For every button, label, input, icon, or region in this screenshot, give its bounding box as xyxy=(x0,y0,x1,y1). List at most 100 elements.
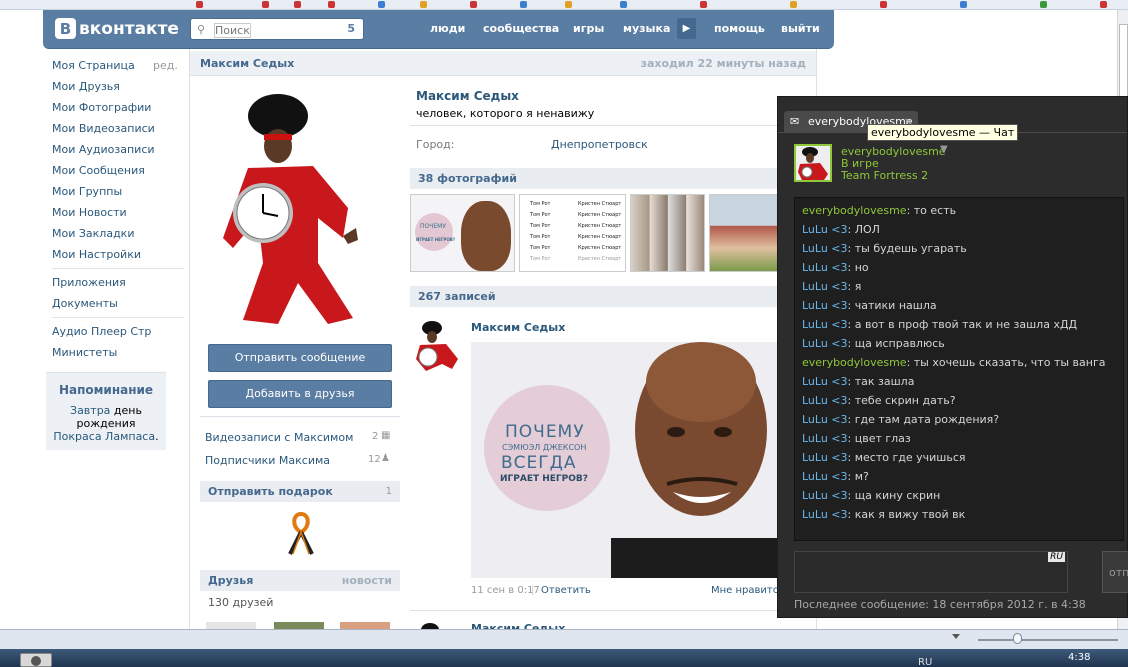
chat-message: LuLu <3: цвет глаз xyxy=(802,432,911,445)
menu-friends[interactable]: Мои Друзья xyxy=(52,80,120,93)
menu-videos[interactable]: Мои Видеозаписи xyxy=(52,122,155,135)
message-sender: LuLu <3 xyxy=(802,489,848,502)
chat-input[interactable]: RU xyxy=(794,551,1068,593)
reminder-person-link[interactable]: Покраса Лампаса xyxy=(53,430,155,443)
friend-avatar[interactable] xyxy=(794,144,832,182)
taskbar-app-button[interactable] xyxy=(20,653,52,667)
add-friend-button[interactable]: Добавить в друзья xyxy=(208,380,392,408)
zoom-dropdown-icon[interactable] xyxy=(952,634,960,639)
menu-news[interactable]: Мои Новости xyxy=(52,206,127,219)
menu-messages[interactable]: Мои Сообщения xyxy=(52,164,145,177)
nav-music[interactable]: музыка xyxy=(623,22,670,35)
like-link[interactable]: Мне нравится xyxy=(711,585,784,596)
message-text: : я xyxy=(847,280,862,293)
menu-groups[interactable]: Мои Группы xyxy=(52,185,122,198)
friend-avatar[interactable] xyxy=(274,622,324,629)
city-link[interactable]: Днепропетровск xyxy=(551,138,648,151)
photo-thumb[interactable]: ПОЧЕМУ ИГРАЕТ НЕГРОВ? xyxy=(410,194,515,272)
send-message-button[interactable]: Отправить сообщение xyxy=(208,344,392,372)
friend-avatar[interactable] xyxy=(340,622,390,629)
chat-message: everybodylovesme: ты хочешь сказать, что… xyxy=(802,356,1105,369)
gift-ribbon-image[interactable] xyxy=(284,510,318,556)
friend-avatar[interactable] xyxy=(206,622,256,629)
taskbar-language[interactable]: RU xyxy=(918,657,932,667)
reply-link[interactable]: Ответить xyxy=(541,585,591,596)
chevron-down-icon[interactable]: ▼ xyxy=(940,144,948,155)
photo-thumb[interactable]: Том Рот Том Рот Том Рот Том Рот Том Рот … xyxy=(519,194,626,272)
subscribers-link[interactable]: Подписчики Максима xyxy=(205,454,330,467)
poster-line-2: СЭМЮЭЛ ДЖЕКСОН xyxy=(502,443,587,452)
bookmark-icon[interactable] xyxy=(790,1,797,8)
message-sender: LuLu <3 xyxy=(802,223,848,236)
zoom-slider-thumb[interactable] xyxy=(1013,633,1022,644)
bookmark-icon[interactable] xyxy=(294,1,301,8)
post-image[interactable]: ПОЧЕМУ СЭМЮЭЛ ДЖЕКСОН ВСЕГДА ИГРАЕТ НЕГР… xyxy=(471,342,778,578)
bookmark-icon[interactable] xyxy=(960,1,967,8)
menu-audio[interactable]: Мои Аудиозаписи xyxy=(52,143,155,156)
people-icon: ♟ xyxy=(381,453,390,464)
play-icon[interactable]: ▶ xyxy=(677,18,696,39)
nav-games[interactable]: игры xyxy=(573,22,604,35)
bookmark-icon[interactable] xyxy=(565,1,572,8)
post-author-avatar[interactable] xyxy=(412,620,452,629)
videos-count: 2 xyxy=(372,431,379,442)
menu-photos[interactable]: Мои Фотографии xyxy=(52,101,151,114)
scrollbar-thumb[interactable] xyxy=(1119,24,1128,104)
reminder-date-link[interactable]: Завтра xyxy=(70,404,110,417)
menu-edit-link[interactable]: ред. xyxy=(153,59,178,72)
nav-people[interactable]: люди xyxy=(430,22,465,35)
message-sender: LuLu <3 xyxy=(802,337,848,350)
photo-thumb[interactable] xyxy=(630,194,705,272)
search-count: 5 xyxy=(347,22,355,35)
menu-documents[interactable]: Документы xyxy=(52,297,118,310)
taskbar-clock[interactable]: 4:38 xyxy=(1068,652,1090,663)
next-post-author[interactable]: Максим Седых xyxy=(471,621,565,629)
post-author-name[interactable]: Максим Седых xyxy=(471,321,565,334)
bookmark-icon[interactable] xyxy=(470,1,477,8)
bookmark-icon[interactable] xyxy=(1040,1,1047,8)
poster-line-4: ИГРАЕТ НЕГРОВ? xyxy=(500,474,588,484)
bookmark-icon[interactable] xyxy=(328,1,335,8)
bookmark-icon[interactable] xyxy=(378,1,385,8)
gift-section-header[interactable]: Отправить подарок 1 xyxy=(200,481,400,502)
post-date[interactable]: 11 сен в 0:17 xyxy=(471,585,540,596)
bookmark-icon[interactable] xyxy=(620,1,627,8)
send-button[interactable]: отп xyxy=(1102,551,1128,593)
nav-communities[interactable]: сообщества xyxy=(483,22,559,35)
nav-help[interactable]: помощь xyxy=(714,22,765,35)
bookmarks-bar xyxy=(0,0,1128,10)
nav-logout[interactable]: выйти xyxy=(781,22,820,35)
bookmark-icon[interactable] xyxy=(262,1,269,8)
chat-log[interactable]: everybodylovesme: то есть LuLu <3: ЛОЛ L… xyxy=(794,197,1124,541)
video-icon: ▦ xyxy=(381,430,391,441)
message-sender: LuLu <3 xyxy=(802,375,848,388)
bookmark-icon[interactable] xyxy=(196,1,203,8)
menu-settings[interactable]: Мои Настройки xyxy=(52,248,141,261)
menu-ministats[interactable]: Министеты xyxy=(52,346,117,359)
bookmark-icon[interactable] xyxy=(700,1,707,8)
message-sender: LuLu <3 xyxy=(802,470,848,483)
menu-audio-player[interactable]: Аудио Плеер Стр xyxy=(52,325,151,338)
wall-section-header[interactable]: 267 записей xyxy=(410,286,778,307)
post-author-avatar[interactable] xyxy=(412,319,460,371)
friends-section-header[interactable]: Друзья новости xyxy=(200,570,400,591)
bookmark-icon[interactable] xyxy=(520,1,527,8)
menu-apps[interactable]: Приложения xyxy=(52,276,126,289)
videos-with-link[interactable]: Видеозаписи с Максимом xyxy=(205,431,353,444)
message-text: : ща исправлюсь xyxy=(847,337,945,350)
menu-bookmarks[interactable]: Мои Закладки xyxy=(52,227,134,240)
vk-logo[interactable]: B вконтакте xyxy=(55,18,179,39)
bookmark-icon[interactable] xyxy=(420,1,427,8)
list-name: Кристен Стюарт xyxy=(578,212,622,218)
bookmark-icon[interactable] xyxy=(880,1,887,8)
profile-status[interactable]: человек, которого я ненавижу xyxy=(416,107,594,120)
menu-my-page[interactable]: Моя Страница xyxy=(52,59,135,72)
friends-news-link[interactable]: новости xyxy=(342,570,392,591)
zoom-slider[interactable] xyxy=(978,639,1118,641)
last-seen: заходил 22 минуты назад xyxy=(640,57,806,70)
photos-section-header[interactable]: 38 фотографий xyxy=(410,168,778,189)
bookmark-icon[interactable] xyxy=(1100,1,1107,8)
photo-thumb[interactable] xyxy=(709,194,778,272)
search-input[interactable]: ⚲ Поиск 5 xyxy=(190,18,364,40)
profile-avatar[interactable] xyxy=(218,88,378,328)
